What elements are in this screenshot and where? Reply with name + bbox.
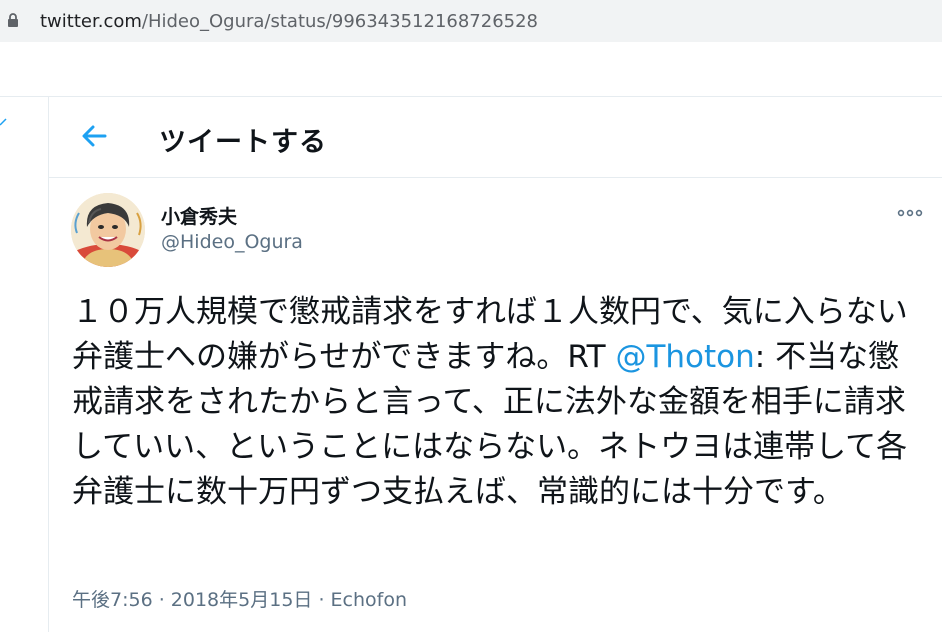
back-arrow-icon[interactable] bbox=[79, 123, 109, 149]
tweet-text: １０万人規模で懲戒請求をすれば１人数円で、気に入らない弁護士への嫌がらせができま… bbox=[72, 290, 922, 515]
meta-separator: · bbox=[312, 589, 331, 611]
tweet-time[interactable]: 午後7:56 bbox=[72, 589, 153, 611]
author-handle[interactable]: @Hideo_Ogura bbox=[161, 231, 303, 253]
address-bar[interactable]: twitter.com/Hideo_Ogura/status/996343512… bbox=[0, 0, 942, 42]
mention-link[interactable]: @Thoton bbox=[615, 339, 754, 375]
header-divider bbox=[49, 177, 942, 178]
more-icon[interactable] bbox=[897, 206, 923, 220]
avatar[interactable] bbox=[71, 193, 145, 267]
tweet-date[interactable]: 2018年5月15日 bbox=[171, 589, 313, 611]
page-header: ツイートする bbox=[49, 97, 942, 177]
url-path: /Hideo_Ogura/status/996343512168726528 bbox=[141, 11, 539, 32]
tweet-meta: 午後7:56 · 2018年5月15日 · Echofon bbox=[72, 585, 407, 612]
avatar-illustration bbox=[71, 193, 145, 267]
tweet-source[interactable]: Echofon bbox=[331, 589, 407, 611]
sidebar-edge-icon bbox=[0, 118, 7, 126]
url-text[interactable]: twitter.com/Hideo_Ogura/status/996343512… bbox=[40, 11, 538, 32]
page-title: ツイートする bbox=[159, 127, 327, 158]
lock-icon bbox=[8, 13, 18, 27]
page-blank-area bbox=[0, 42, 942, 96]
url-host: twitter.com bbox=[40, 11, 142, 32]
author-name[interactable]: 小倉秀夫 bbox=[161, 202, 237, 229]
meta-separator: · bbox=[152, 589, 171, 611]
